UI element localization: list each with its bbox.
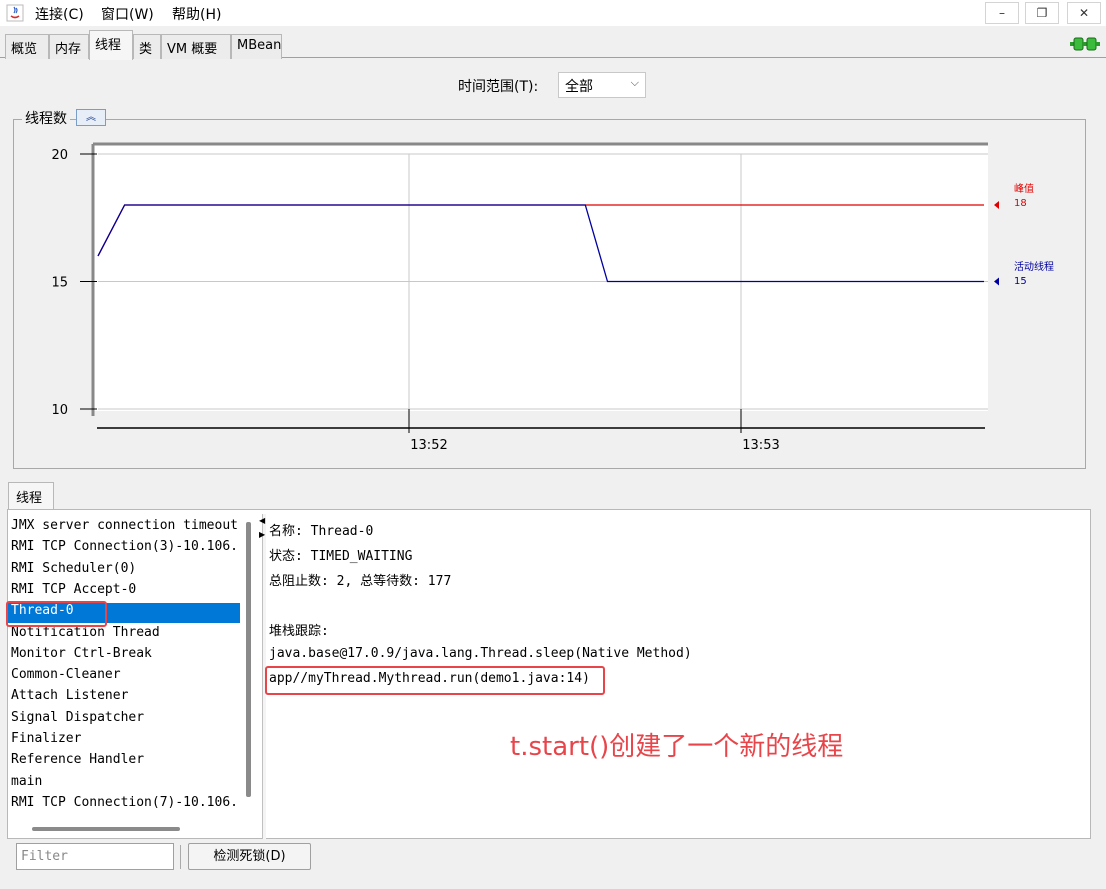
thread-state: 状态: TIMED_WAITING <box>269 549 413 564</box>
thread-name: 名称: Thread-0 <box>269 524 374 539</box>
highlight-stack-frame <box>265 666 605 695</box>
thread-list-item[interactable]: Monitor Ctrl-Break <box>11 646 152 666</box>
filter-input[interactable] <box>16 843 174 870</box>
thread-list-item[interactable]: main <box>11 774 42 794</box>
y-tick-label: 10 <box>51 403 68 418</box>
thread-list-item[interactable]: RMI TCP Connection(7)-10.106. <box>11 795 238 815</box>
thread-list-item[interactable]: Reference Handler <box>11 752 144 772</box>
thread-list-item[interactable]: Signal Dispatcher <box>11 710 144 730</box>
highlight-selected-thread <box>6 601 107 627</box>
legend-series-value: 18 <box>1014 198 1027 209</box>
tab-threads[interactable]: 线程 <box>89 30 133 60</box>
thread-list-vertical-scrollbar[interactable] <box>246 522 251 797</box>
thread-list-horizontal-scrollbar[interactable] <box>32 827 180 831</box>
thread-list-item[interactable]: JMX server connection timeout <box>11 518 238 538</box>
thread-list-item[interactable]: RMI Scheduler(0) <box>11 561 136 581</box>
series-end-marker <box>994 201 999 209</box>
thread-list-item[interactable]: Common-Cleaner <box>11 667 121 687</box>
x-tick-label: 13:53 <box>742 438 779 453</box>
tab-thread-list[interactable]: 线程 <box>8 482 54 510</box>
split-right-arrow-icon[interactable]: ▶ <box>259 530 265 539</box>
thread-list-item[interactable]: RMI TCP Accept-0 <box>11 582 136 602</box>
thread-list-item[interactable]: Finalizer <box>11 731 81 751</box>
x-tick-label: 13:52 <box>410 438 447 453</box>
series-end-marker <box>994 277 999 286</box>
y-tick-label: 20 <box>51 148 68 163</box>
plot-area <box>92 144 988 411</box>
thread-list[interactable]: JMX server connection timeout RMI TCP Con… <box>8 514 240 819</box>
legend-series-name: 峰值 <box>1014 182 1034 195</box>
thread-list-item[interactable]: Notification Thread <box>11 625 160 645</box>
legend-series-name: 活动线程 <box>1014 260 1054 273</box>
toolbar-divider <box>180 845 181 869</box>
annotation-text: t.start()创建了一个新的线程 <box>510 732 844 762</box>
split-left-arrow-icon[interactable]: ◀ <box>259 516 265 525</box>
stack-frame: java.base@17.0.9/java.lang.Thread.sleep(… <box>269 646 692 661</box>
detect-deadlock-button[interactable]: 检测死锁(D) <box>188 843 311 870</box>
thread-list-item[interactable]: RMI TCP Connection(3)-10.106. <box>11 539 238 559</box>
y-tick-label: 15 <box>51 276 68 291</box>
thread-block-wait-counts: 总阻止数: 2, 总等待数: 177 <box>269 574 452 589</box>
legend-series-value: 15 <box>1014 276 1027 287</box>
thread-list-item[interactable]: Attach Listener <box>11 688 128 708</box>
thread-count-chart: 10 15 20 13:52 13:53 峰值 18 活动线程 15 <box>51 142 1054 453</box>
stack-trace-header: 堆栈跟踪: <box>269 624 329 639</box>
